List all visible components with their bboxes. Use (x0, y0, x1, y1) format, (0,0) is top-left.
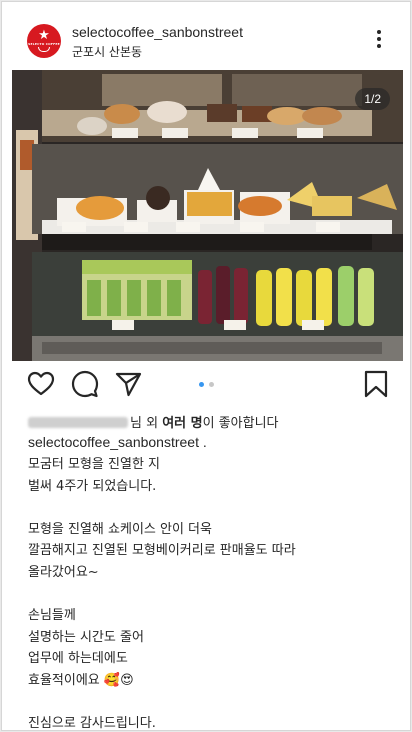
post-username[interactable]: selectocoffee_sanbonstreet (72, 24, 243, 40)
caption-line: 업무에 하는데에도 (28, 651, 128, 667)
comment-icon[interactable] (71, 370, 99, 398)
post-image[interactable]: 1/2 (12, 70, 403, 361)
likes-count: 여러 명 (162, 416, 203, 431)
post-card: ★ SELECTO COFFEE selectocoffee_sanbonstr… (1, 1, 411, 731)
star-icon: ★ (38, 27, 50, 43)
caption-line: 설명하는 시간도 줄어 (28, 629, 144, 645)
likes-tail: 이 좋아합니다 (202, 416, 279, 431)
caption-line (28, 692, 398, 714)
caption-line: 진심으로 감사드립니다. (28, 716, 156, 731)
avatar-brand: SELECTO COFFEE (28, 41, 60, 46)
likes-suffix: 님 외 (130, 416, 163, 431)
caption-line: 깔끔해지고 진열된 모형베이커리로 판매율도 따라 (28, 543, 296, 559)
caption-line (28, 497, 398, 519)
caption-line: 올라갔어요~ (28, 564, 99, 580)
liker-name-blurred (28, 417, 128, 428)
caption-username[interactable]: selectocoffee_sanbonstreet . (28, 434, 207, 450)
showcase-photo (12, 70, 403, 361)
share-icon[interactable] (114, 370, 142, 398)
post-header: ★ SELECTO COFFEE selectocoffee_sanbonstr… (2, 2, 410, 68)
likes-summary[interactable]: 님 외 여러 명이 좋아합니다 (28, 412, 279, 431)
cup-icon (38, 46, 50, 52)
more-icon[interactable] (374, 30, 384, 52)
caption-line: 모굼터 모형을 진열한 지 (28, 457, 160, 472)
caption-line: 벌써 4주가 되었습니다. (28, 478, 157, 494)
bookmark-icon[interactable] (362, 370, 390, 398)
carousel-dot (209, 382, 214, 387)
carousel-dot-active (199, 382, 204, 387)
image-counter: 1/2 (355, 88, 390, 110)
caption-line: 효율적이에요 🥰😍 (28, 672, 134, 688)
heart-icon[interactable] (27, 370, 55, 398)
caption-line: 손님들께 (28, 608, 76, 624)
carousel-dots (199, 382, 219, 388)
post-location[interactable]: 군포시 산본동 (72, 43, 142, 60)
avatar[interactable]: ★ SELECTO COFFEE (27, 24, 61, 58)
caption-line (28, 584, 398, 606)
caption-line: 모형을 진열해 쇼케이스 안이 더욱 (28, 521, 212, 537)
caption-text: 모굼터 모형을 진열한 지 벌써 4주가 되었습니다. 모형을 진열해 쇼케이스… (28, 454, 398, 731)
action-bar (2, 370, 410, 404)
